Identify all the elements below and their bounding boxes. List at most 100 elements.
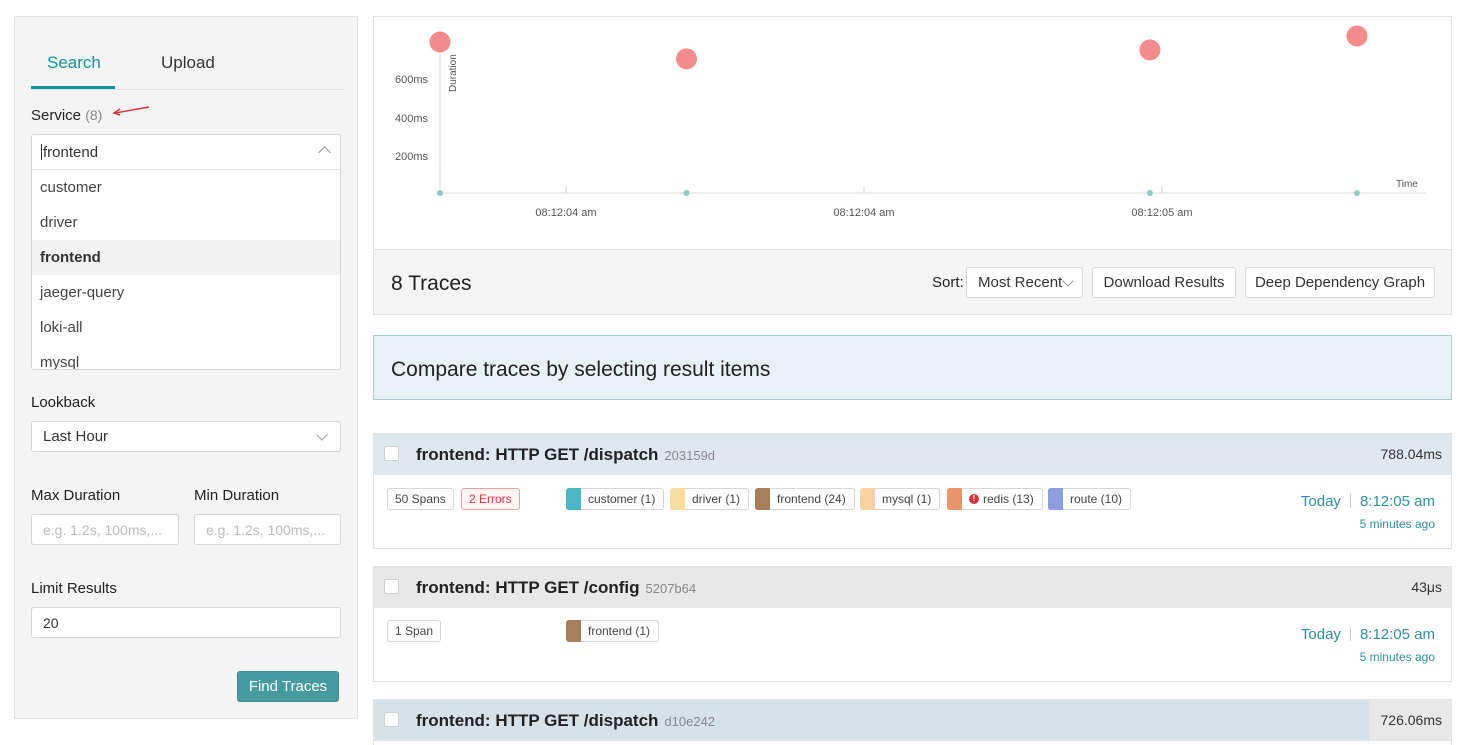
service-tag-label: driver (1) (692, 492, 741, 506)
trace-header[interactable]: frontend: HTTP GET /config 5207b64 43μs (374, 567, 1451, 608)
trace-name: frontend: HTTP GET /config (416, 578, 640, 597)
span-count-badge: 50 Spans (387, 488, 454, 510)
x-tick-label: 08:12:04 am (535, 207, 596, 219)
tab-upload[interactable]: Upload (161, 53, 215, 73)
service-color-swatch (947, 488, 962, 510)
axis-marker (1146, 190, 1153, 196)
min-duration-label: Min Duration (194, 487, 280, 504)
service-option-frontend[interactable]: frontend (32, 240, 340, 275)
service-tag: customer (1) (566, 488, 665, 510)
trace-item[interactable]: frontend: HTTP GET /dispatch d10e242 726.… (373, 699, 1452, 745)
trace-select-checkbox[interactable] (384, 446, 399, 461)
service-color-swatch (1048, 488, 1063, 510)
service-option-mysql[interactable]: mysql (32, 345, 340, 369)
trace-point[interactable] (676, 48, 697, 70)
service-value: frontend (43, 143, 99, 161)
trace-title[interactable]: frontend: HTTP GET /dispatch d10e242 (416, 711, 715, 731)
trace-point[interactable] (1346, 25, 1368, 47)
sort-select[interactable]: Most Recent (966, 267, 1083, 298)
trace-id: 5207b64 (645, 581, 697, 596)
trace-item[interactable]: frontend: HTTP GET /config 5207b64 43μs 1… (373, 566, 1452, 682)
span-count-badge: 1 Span (387, 620, 442, 642)
find-traces-button[interactable]: Find Traces (237, 671, 339, 702)
trace-day: Today (1300, 493, 1341, 510)
service-option-loki-all[interactable]: loki-all (32, 310, 340, 345)
x-tick-label: 08:12:05 am (1131, 207, 1192, 219)
y-tick-label: 200ms (395, 151, 429, 163)
limit-results-input[interactable]: 20 (31, 607, 341, 638)
scatter-plot: Duration Time 200ms 400ms 600ms 08:12:04… (395, 25, 1426, 219)
service-tag: route (10) (1048, 488, 1132, 510)
trace-body: 50 Spans 2 Errors customer (1) driver (1… (374, 475, 1451, 548)
service-count: (8) (85, 107, 103, 123)
search-tabs: Search Upload (31, 17, 343, 90)
divider (1349, 627, 1351, 641)
trace-point[interactable] (429, 31, 451, 53)
service-option-jaeger-query[interactable]: jaeger-query (32, 275, 340, 310)
service-tag-label: customer (1) (588, 492, 656, 506)
y-tick-label: 600ms (395, 74, 429, 86)
x-tick-label: 08:12:04 am (833, 207, 894, 219)
trace-time: 8:12:05 am (1359, 626, 1435, 643)
service-select[interactable]: frontend customer driver frontend jaeger… (31, 134, 341, 370)
chevron-up-icon[interactable] (318, 146, 331, 159)
divider (1349, 494, 1351, 508)
trace-header[interactable]: frontend: HTTP GET /dispatch 203159d 788.… (374, 434, 1451, 475)
trace-select-checkbox[interactable] (384, 579, 399, 594)
trace-header[interactable]: frontend: HTTP GET /dispatch d10e242 726.… (374, 700, 1451, 741)
axis-marker (1353, 190, 1360, 196)
traces-scatter-chart: Duration Time 200ms 400ms 600ms 08:12:04… (373, 16, 1452, 249)
service-tag-label: frontend (1) (588, 624, 651, 638)
trace-duration: 43μs (1411, 579, 1442, 595)
download-results-button[interactable]: Download Results (1092, 267, 1236, 298)
error-icon: ! (969, 494, 979, 504)
trace-name: frontend: HTTP GET /dispatch (416, 711, 659, 730)
tab-search[interactable]: Search (47, 53, 101, 73)
trace-timestamp: Today 8:12:05 am 5 minutes ago (1301, 626, 1435, 664)
y-tick-label: 400ms (395, 113, 429, 125)
lookback-value: Last Hour (43, 428, 109, 445)
service-option-customer[interactable]: customer (32, 170, 340, 205)
trace-id: d10e242 (664, 714, 716, 729)
max-duration-label: Max Duration (31, 487, 121, 504)
axis-marker (437, 190, 443, 196)
service-tag-label: redis (13) (983, 492, 1034, 506)
sort-value: Most Recent (978, 274, 1063, 291)
trace-id: 203159d (664, 448, 716, 463)
service-tag: mysql (1) (860, 488, 941, 510)
service-color-swatch (755, 488, 770, 510)
trace-duration: 788.04ms (1380, 446, 1442, 462)
error-count-badge: 2 Errors (461, 488, 520, 510)
trace-title[interactable]: frontend: HTTP GET /dispatch 203159d (416, 445, 715, 465)
trace-day: Today (1300, 626, 1341, 643)
trace-item[interactable]: frontend: HTTP GET /dispatch 203159d 788.… (373, 433, 1452, 549)
trace-select-checkbox[interactable] (384, 712, 399, 727)
jaeger-search-page: Search Upload Service (8) frontend custo… (0, 0, 1464, 745)
trace-timestamp: Today 8:12:05 am 5 minutes ago (1301, 493, 1435, 531)
service-color-swatch (566, 488, 581, 510)
trace-name: frontend: HTTP GET /dispatch (416, 445, 659, 464)
trace-title[interactable]: frontend: HTTP GET /config 5207b64 (416, 578, 696, 598)
service-option-driver[interactable]: driver (32, 205, 340, 240)
service-tag: frontend (24) (755, 488, 855, 510)
annotation-arrow-icon (112, 106, 150, 116)
text-cursor (41, 144, 42, 160)
service-search-input[interactable]: frontend (32, 135, 340, 170)
trace-time: 8:12:05 am (1359, 493, 1435, 510)
service-color-swatch (566, 620, 581, 642)
service-label-text: Service (31, 107, 82, 124)
compare-banner: Compare traces by selecting result items (373, 335, 1452, 400)
y-axis-label: Duration (448, 54, 459, 92)
service-tag: driver (1) (670, 488, 750, 510)
service-tag-label: frontend (24) (777, 492, 846, 506)
min-duration-input[interactable]: e.g. 1.2s, 100ms,... (194, 514, 341, 545)
compare-banner-text: Compare traces by selecting result items (391, 358, 771, 381)
search-panel: Search Upload Service (8) frontend custo… (14, 16, 358, 719)
deep-dependency-graph-button[interactable]: Deep Dependency Graph (1245, 267, 1435, 298)
service-color-swatch (860, 488, 875, 510)
limit-results-label: Limit Results (31, 580, 117, 597)
trace-point[interactable] (1139, 39, 1161, 61)
max-duration-input[interactable]: e.g. 1.2s, 100ms,... (31, 514, 179, 545)
lookback-select[interactable]: Last Hour (31, 421, 341, 452)
results-header: 8 Traces Sort: Most Recent Download Resu… (373, 249, 1452, 315)
